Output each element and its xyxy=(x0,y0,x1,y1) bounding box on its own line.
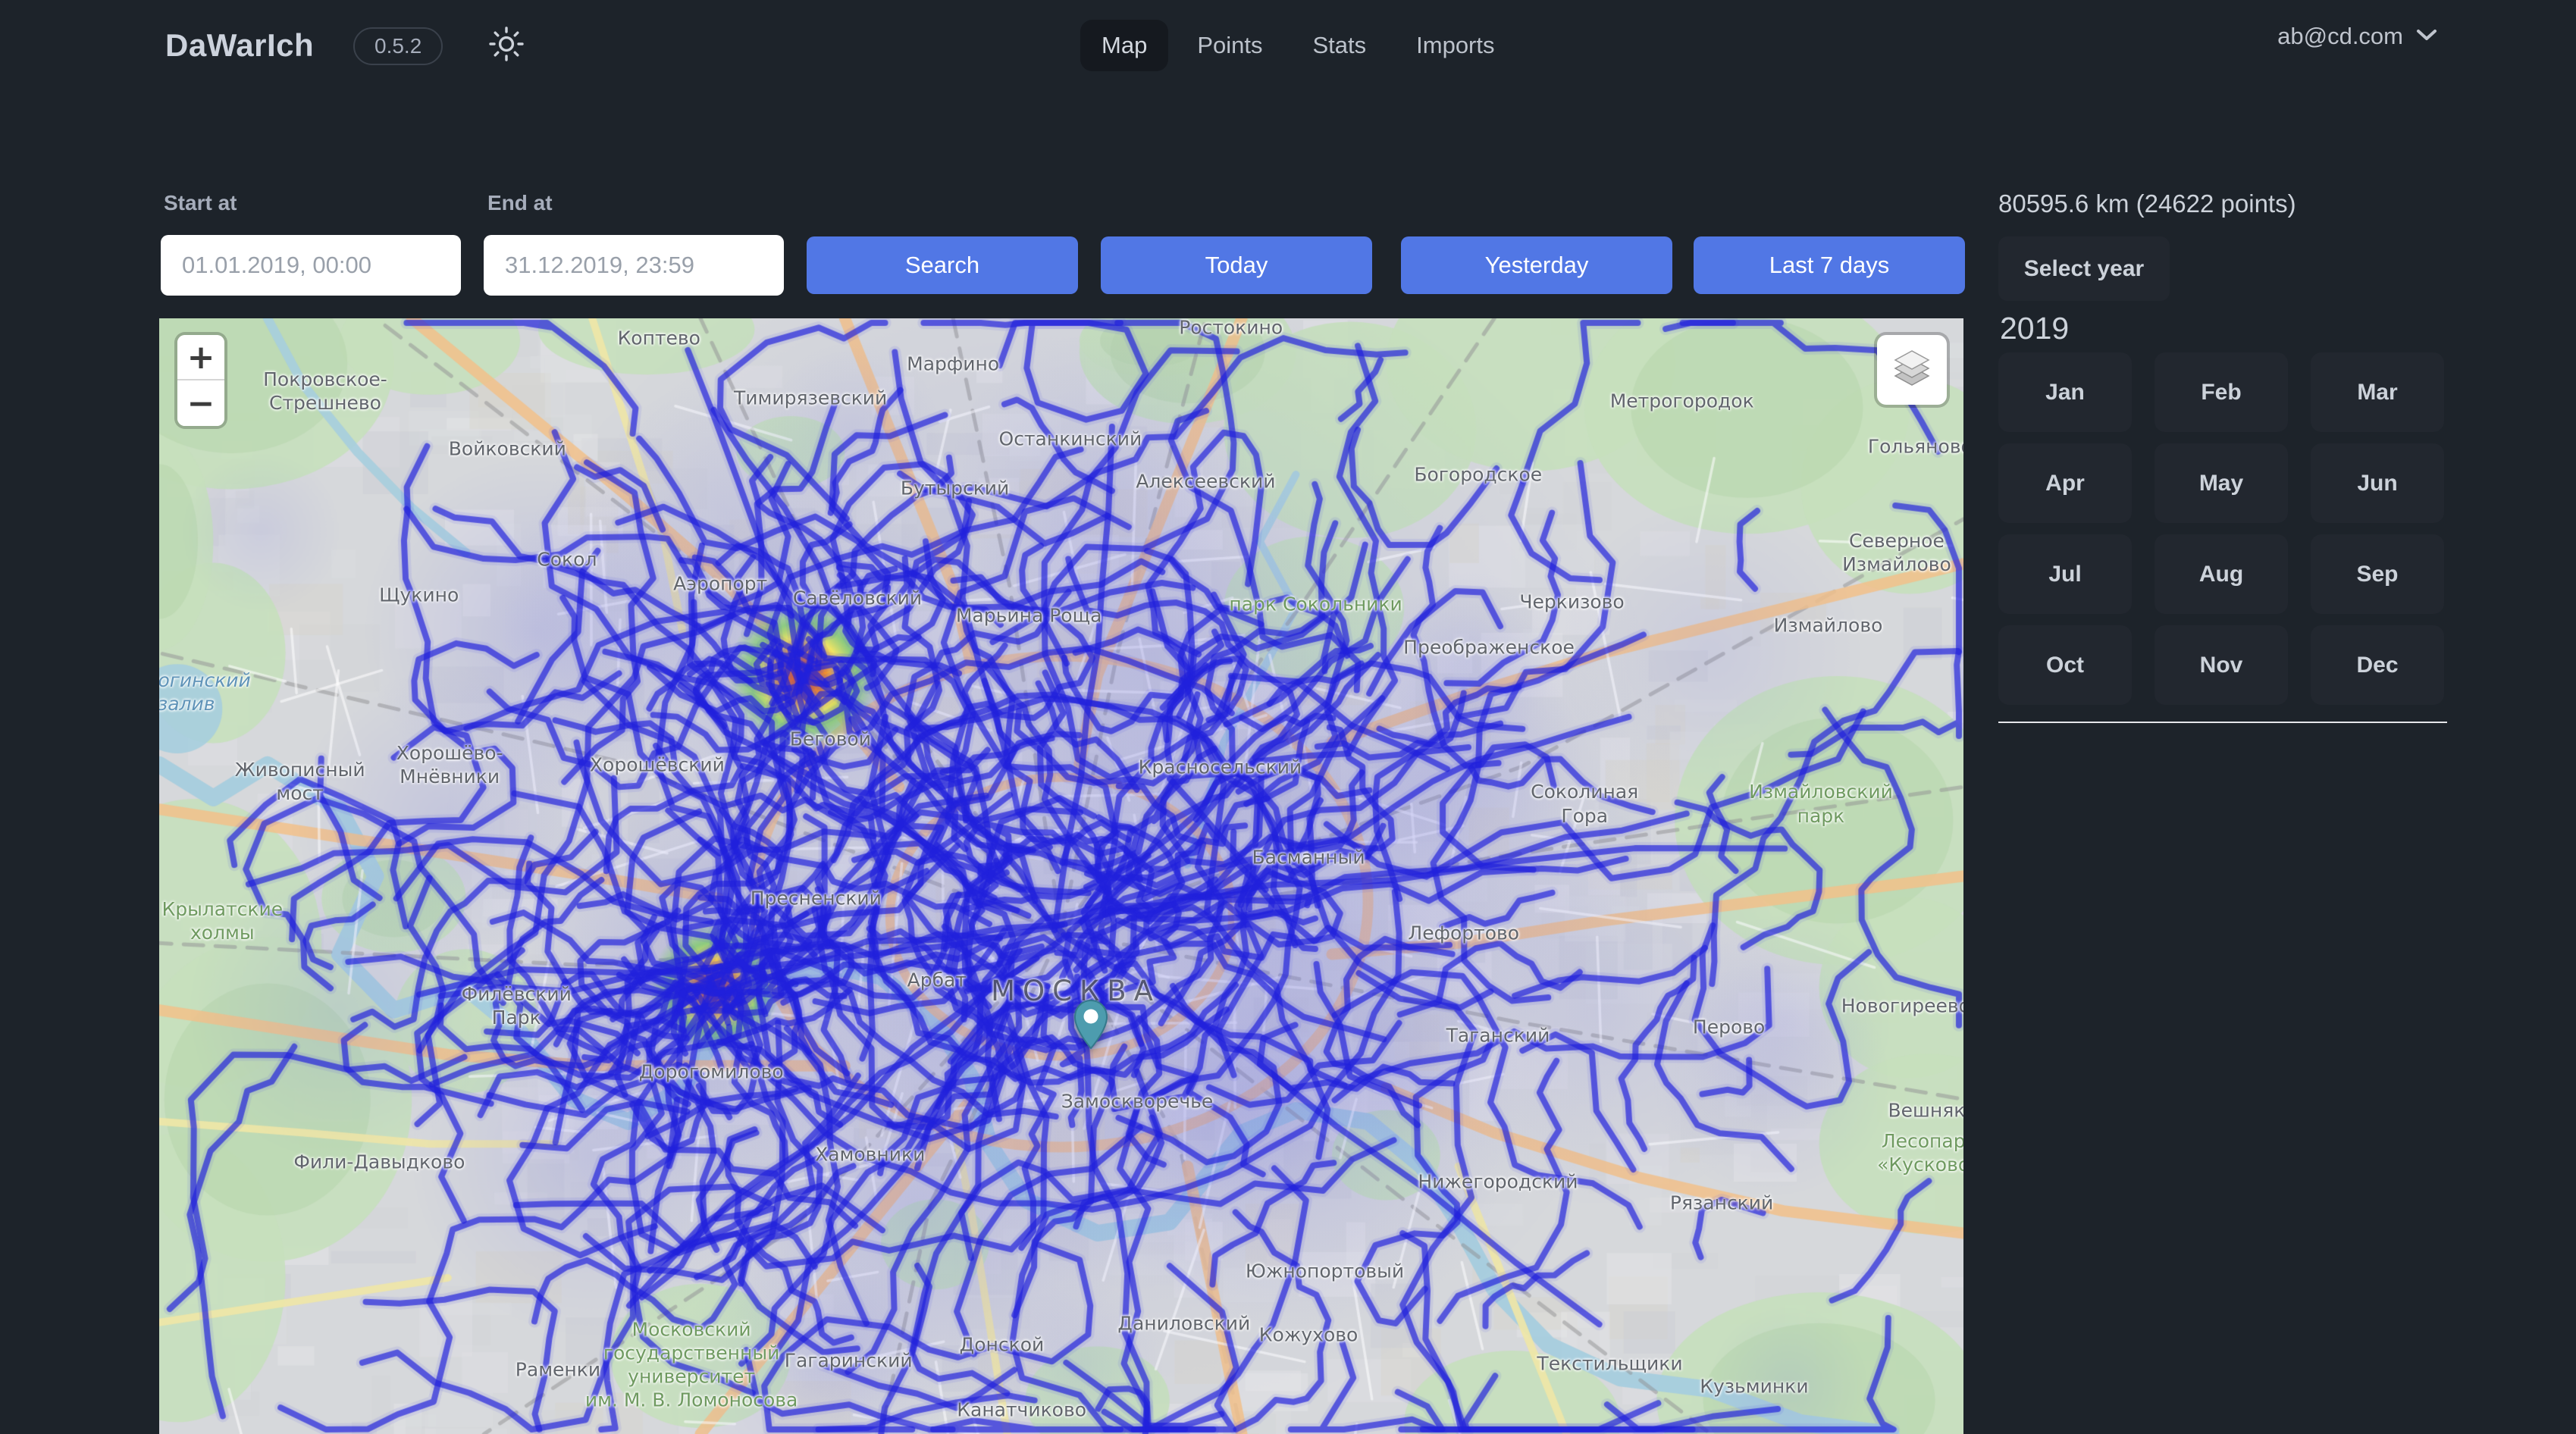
month-button-aug[interactable]: Aug xyxy=(2155,534,2288,614)
nav-tab-imports[interactable]: Imports xyxy=(1395,20,1515,71)
dawarich-app: DaWarIch 0.5.2 Map Points Stats Imports … xyxy=(0,0,2576,1434)
zoom-out-button[interactable]: − xyxy=(177,380,224,426)
month-button-mar[interactable]: Mar xyxy=(2311,352,2444,432)
start-at-label: Start at xyxy=(164,191,237,215)
layers-control-button[interactable] xyxy=(1877,335,1947,405)
start-at-input[interactable] xyxy=(161,235,461,296)
month-button-jul[interactable]: Jul xyxy=(1998,534,2132,614)
version-badge: 0.5.2 xyxy=(353,27,443,65)
nav-tab-points[interactable]: Points xyxy=(1176,20,1283,71)
month-button-feb[interactable]: Feb xyxy=(2155,352,2288,432)
search-button[interactable]: Search xyxy=(807,236,1078,294)
map[interactable]: КоптевоТимирязевскийМарфиноОстанкинскийР… xyxy=(159,318,1963,1434)
last-7-days-button[interactable]: Last 7 days xyxy=(1694,236,1965,294)
month-button-jun[interactable]: Jun xyxy=(2311,443,2444,523)
zoom-in-button[interactable]: + xyxy=(177,335,224,380)
month-button-oct[interactable]: Oct xyxy=(1998,625,2132,705)
select-year-button[interactable]: Select year xyxy=(1998,236,2170,301)
year-heading: 2019 xyxy=(2000,311,2069,346)
end-at-input[interactable] xyxy=(484,235,784,296)
theme-toggle-button[interactable] xyxy=(485,24,528,67)
month-button-nov[interactable]: Nov xyxy=(2155,625,2288,705)
user-email: ab@cd.com xyxy=(2277,23,2403,50)
yesterday-button[interactable]: Yesterday xyxy=(1401,236,1672,294)
sidebar-divider xyxy=(1998,722,2447,723)
distance-stats: 80595.6 km (24622 points) xyxy=(1998,189,2296,218)
user-menu[interactable]: ab@cd.com xyxy=(2277,23,2438,50)
end-at-label: End at xyxy=(487,191,553,215)
today-button[interactable]: Today xyxy=(1101,236,1372,294)
sun-icon xyxy=(488,26,525,66)
chevron-down-icon xyxy=(2415,27,2438,46)
month-button-dec[interactable]: Dec xyxy=(2311,625,2444,705)
main-nav: Map Points Stats Imports xyxy=(1080,20,1516,71)
months-grid: Jan Feb Mar Apr May Jun Jul Aug Sep Oct … xyxy=(1998,352,2444,705)
map-zoom-control: + − xyxy=(177,335,224,426)
nav-tab-map[interactable]: Map xyxy=(1080,20,1168,71)
layers-icon xyxy=(1889,347,1935,393)
map-tiles xyxy=(159,318,1963,1434)
map-marker[interactable] xyxy=(1073,1000,1108,1054)
month-button-jan[interactable]: Jan xyxy=(1998,352,2132,432)
month-button-apr[interactable]: Apr xyxy=(1998,443,2132,523)
nav-tab-stats[interactable]: Stats xyxy=(1291,20,1387,71)
month-button-sep[interactable]: Sep xyxy=(2311,534,2444,614)
month-button-may[interactable]: May xyxy=(2155,443,2288,523)
app-logo: DaWarIch xyxy=(165,27,314,64)
